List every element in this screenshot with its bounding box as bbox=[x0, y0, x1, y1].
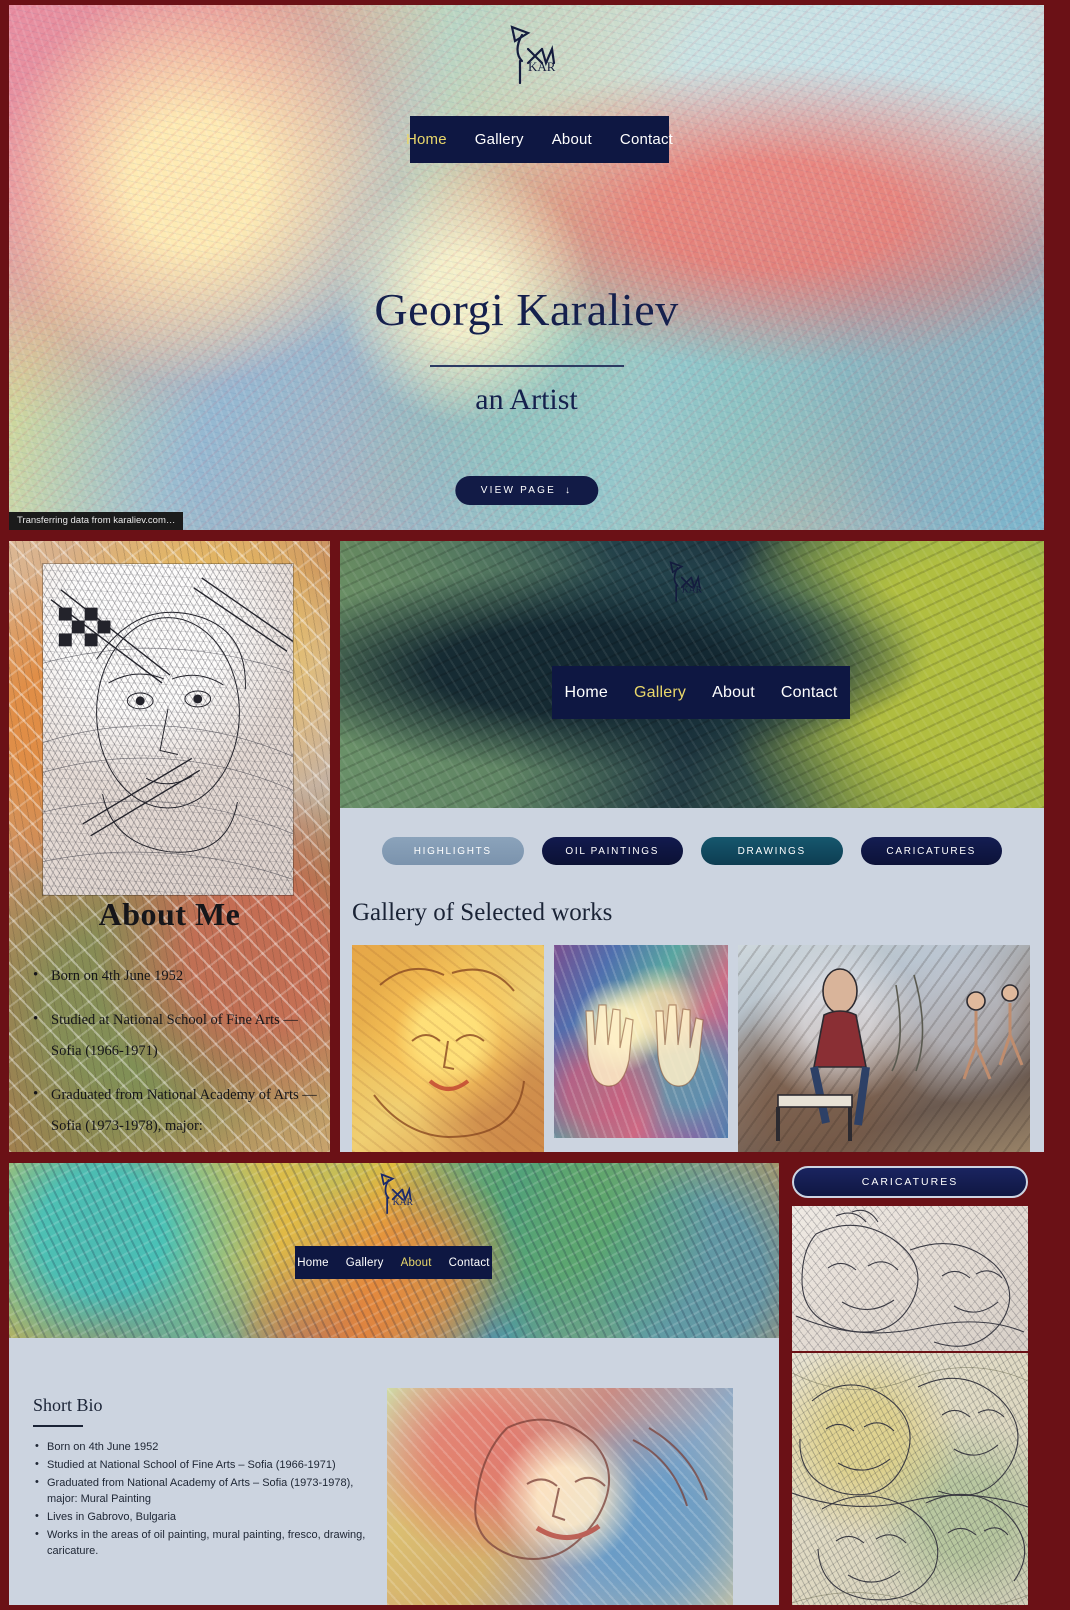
nav-item-about[interactable]: About bbox=[712, 684, 755, 702]
nav-item-gallery[interactable]: Gallery bbox=[475, 131, 524, 148]
bio-list-item: Works in the areas of oil painting, mura… bbox=[33, 1527, 373, 1560]
artist-signature-icon: KAR bbox=[482, 19, 572, 89]
arrow-down-icon: ↓ bbox=[564, 485, 573, 496]
about-list-item: Graduated from National Academy of Arts … bbox=[33, 1079, 318, 1141]
nav-item-contact[interactable]: Contact bbox=[449, 1257, 490, 1269]
hero-navigation[interactable]: Home Gallery About Contact bbox=[406, 116, 673, 163]
gallery-thumbnail[interactable] bbox=[352, 945, 544, 1152]
gallery-thumbnail-grid bbox=[352, 945, 1034, 1152]
bio-heading: Short Bio bbox=[33, 1395, 103, 1415]
bio-list: Born on 4th June 1952 Studied at Nationa… bbox=[33, 1439, 373, 1562]
caricature-image-two[interactable] bbox=[792, 1353, 1028, 1605]
gallery-filter-row: HIGHLIGHTS OIL PAINTINGS DRAWINGS CARICA… bbox=[340, 837, 1044, 865]
caricature-image-one[interactable] bbox=[792, 1206, 1028, 1351]
nav-item-gallery[interactable]: Gallery bbox=[634, 684, 686, 702]
bio-hero-artwork: KAR Home Gallery About Contact bbox=[9, 1163, 779, 1338]
filter-highlights-button[interactable]: HIGHLIGHTS bbox=[382, 837, 524, 865]
hero-panel: KAR Home Gallery About Contact Georgi Ka… bbox=[9, 5, 1044, 530]
gallery-section-title: Gallery of Selected works bbox=[352, 899, 613, 926]
nav-item-home[interactable]: Home bbox=[565, 684, 608, 702]
nav-item-gallery[interactable]: Gallery bbox=[346, 1257, 384, 1269]
hero-subtitle: an Artist bbox=[475, 383, 578, 416]
artist-portrait-sketch bbox=[42, 563, 294, 896]
caricatures-badge[interactable]: CARICATURES bbox=[792, 1166, 1028, 1198]
gallery-navigation[interactable]: Home Gallery About Contact bbox=[552, 666, 850, 719]
view-page-label: VIEW PAGE bbox=[480, 485, 556, 496]
svg-text:KAR: KAR bbox=[393, 1197, 414, 1208]
nav-item-home[interactable]: Home bbox=[406, 131, 447, 148]
view-page-button[interactable]: VIEW PAGE ↓ bbox=[454, 476, 599, 505]
caricature-panel: CARICATURES bbox=[789, 1163, 1044, 1605]
filter-drawings-button[interactable]: DRAWINGS bbox=[701, 837, 843, 865]
nav-item-contact[interactable]: Contact bbox=[781, 684, 838, 702]
artist-signature-icon: KAR bbox=[650, 555, 712, 607]
gallery-thumbnail[interactable] bbox=[554, 945, 728, 1138]
svg-text:KAR: KAR bbox=[682, 585, 703, 596]
bio-list-item: Born on 4th June 1952 bbox=[33, 1439, 373, 1456]
nav-item-about[interactable]: About bbox=[401, 1257, 432, 1269]
gallery-thumbnail[interactable] bbox=[738, 945, 1030, 1152]
nav-item-home[interactable]: Home bbox=[297, 1257, 328, 1269]
bio-artwork-photo bbox=[387, 1388, 733, 1605]
gallery-panel: KAR Home Gallery About Contact HIGHLIGHT… bbox=[340, 541, 1044, 1152]
artist-signature-icon: KAR bbox=[361, 1169, 423, 1221]
bio-divider bbox=[33, 1425, 83, 1427]
svg-text:KAR: KAR bbox=[528, 59, 556, 74]
bio-list-item: Studied at National School of Fine Arts … bbox=[33, 1457, 373, 1474]
about-bio-list: Born on 4th June 1952 Studied at Nationa… bbox=[33, 960, 318, 1152]
about-list-item: Born on 4th June 1952 bbox=[33, 960, 318, 992]
hero-divider bbox=[429, 365, 624, 367]
about-list-item: Studied at National School of Fine Arts … bbox=[33, 1004, 318, 1066]
about-heading: About Me bbox=[98, 896, 241, 932]
browser-status-bar: Transferring data from karaliev.com… bbox=[9, 512, 184, 530]
filter-oil-paintings-button[interactable]: OIL PAINTINGS bbox=[541, 837, 683, 865]
filter-caricatures-button[interactable]: CARICATURES bbox=[860, 837, 1002, 865]
nav-item-about[interactable]: About bbox=[552, 131, 592, 148]
bio-navigation[interactable]: Home Gallery About Contact bbox=[295, 1246, 492, 1279]
gallery-hero-artwork: KAR Home Gallery About Contact bbox=[340, 541, 1044, 808]
bio-list-item: Lives in Gabrovo, Bulgaria bbox=[33, 1509, 373, 1526]
hero-title: Georgi Karaliev bbox=[374, 284, 679, 335]
bio-list-item: Graduated from National Academy of Arts … bbox=[33, 1475, 373, 1508]
bio-panel: KAR Home Gallery About Contact Short Bio… bbox=[9, 1163, 779, 1605]
nav-item-contact[interactable]: Contact bbox=[620, 131, 673, 148]
about-panel: About Me Born on 4th June 1952 Studied a… bbox=[9, 541, 330, 1152]
